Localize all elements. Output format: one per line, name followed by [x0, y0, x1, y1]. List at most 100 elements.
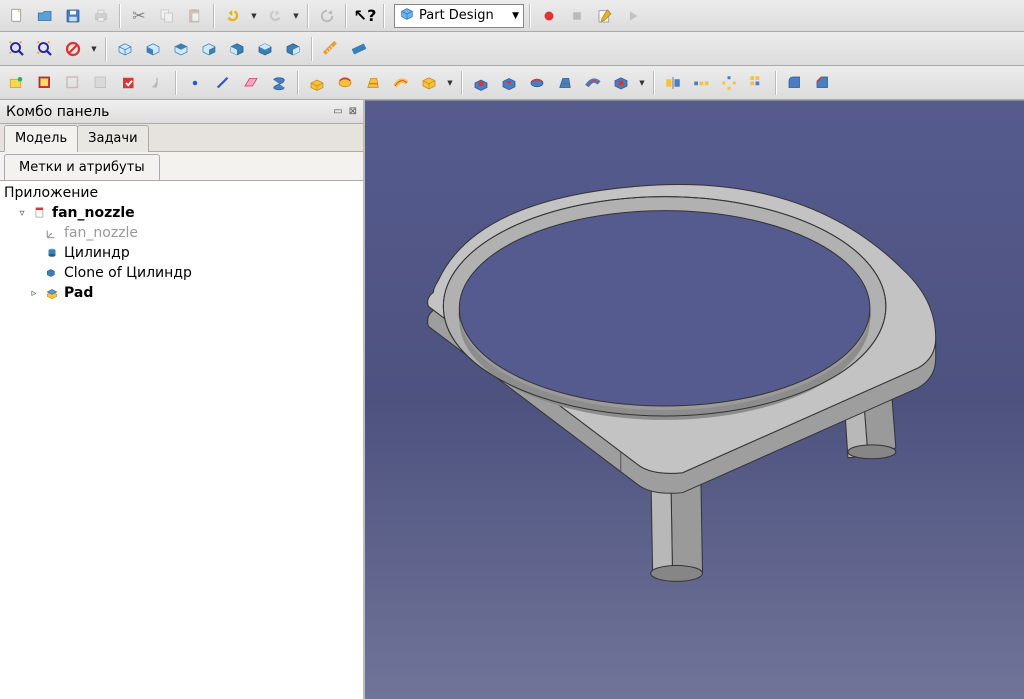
additive-primitive-button[interactable]: [416, 70, 442, 96]
sub-tabs: Метки и атрибуты: [0, 152, 363, 181]
workbench-selector[interactable]: Part Design ▼: [394, 4, 524, 28]
additive-pipe-button[interactable]: [388, 70, 414, 96]
fillet-button[interactable]: [782, 70, 808, 96]
toolbar-file: ✂ ▼ ▼ ↖? Part Design ▼: [0, 0, 1024, 32]
panel-header: Комбо панель ▭ ⊠: [0, 100, 363, 124]
whats-this-button[interactable]: ↖?: [352, 3, 378, 29]
front-view-button[interactable]: [140, 36, 166, 62]
pad-button[interactable]: [304, 70, 330, 96]
subtractive-pipe-button[interactable]: [580, 70, 606, 96]
pocket-button[interactable]: [468, 70, 494, 96]
mirrored-button[interactable]: [660, 70, 686, 96]
separator: [653, 71, 655, 95]
refresh-button[interactable]: [314, 3, 340, 29]
toolbar-view: ▼: [0, 32, 1024, 66]
tree-root[interactable]: Приложение: [4, 183, 359, 203]
separator: [105, 37, 107, 61]
panel-close-icon[interactable]: ⊠: [349, 106, 357, 117]
chamfer-button[interactable]: [810, 70, 836, 96]
separator: [307, 4, 309, 28]
subtractive-loft-button[interactable]: [552, 70, 578, 96]
separator: [529, 4, 531, 28]
undo-button[interactable]: [220, 3, 246, 29]
shape-binder-button[interactable]: [266, 70, 292, 96]
edit-sketch-button[interactable]: [60, 70, 86, 96]
undo-dropdown[interactable]: ▼: [248, 3, 260, 29]
create-sketch-button[interactable]: [32, 70, 58, 96]
rear-view-button[interactable]: [224, 36, 250, 62]
separator: [775, 71, 777, 95]
draw-style-dropdown[interactable]: ▼: [88, 36, 100, 62]
expander-icon[interactable]: ▿: [16, 208, 28, 219]
fit-selection-button[interactable]: [32, 36, 58, 62]
pad-icon: [44, 285, 60, 301]
axo-view-button[interactable]: [112, 36, 138, 62]
expander-icon[interactable]: ▹: [28, 288, 40, 299]
draw-style-button[interactable]: [60, 36, 86, 62]
workbench-label: Part Design: [419, 8, 494, 23]
redo-dropdown[interactable]: ▼: [290, 3, 302, 29]
tree-document[interactable]: ▿ fan_nozzle: [4, 203, 359, 223]
save-button[interactable]: [60, 3, 86, 29]
part-design-icon: [399, 6, 415, 26]
separator: [345, 4, 347, 28]
subtractive-prim-dropdown[interactable]: ▼: [636, 70, 648, 96]
cut-button[interactable]: ✂: [126, 3, 152, 29]
multi-transform-button[interactable]: [744, 70, 770, 96]
bottom-view-button[interactable]: [252, 36, 278, 62]
paste-button[interactable]: [182, 3, 208, 29]
map-sketch-button[interactable]: [88, 70, 114, 96]
hole-button[interactable]: [496, 70, 522, 96]
measure-linear-button[interactable]: [318, 36, 344, 62]
datum-point-button[interactable]: [182, 70, 208, 96]
subtractive-primitive-button[interactable]: [608, 70, 634, 96]
additive-loft-button[interactable]: [360, 70, 386, 96]
print-button[interactable]: [88, 3, 114, 29]
tree-item[interactable]: Цилиндр: [4, 243, 359, 263]
polar-pattern-button[interactable]: [716, 70, 742, 96]
origin-icon: [44, 225, 60, 241]
additive-prim-dropdown[interactable]: ▼: [444, 70, 456, 96]
left-view-button[interactable]: [280, 36, 306, 62]
linear-pattern-button[interactable]: [688, 70, 714, 96]
model-tree[interactable]: Приложение ▿ fan_nozzle fan_nozzle Цили: [0, 181, 363, 699]
redo-button[interactable]: [262, 3, 288, 29]
tree-item[interactable]: fan_nozzle: [4, 223, 359, 243]
panel-tabs: Модель Задачи: [0, 124, 363, 152]
combo-panel: Комбо панель ▭ ⊠ Модель Задачи Метки и а…: [0, 100, 365, 699]
macro-stop-button[interactable]: [564, 3, 590, 29]
datum-plane-button[interactable]: [238, 70, 264, 96]
separator: [311, 37, 313, 61]
3d-viewport[interactable]: [365, 100, 1024, 699]
tab-model[interactable]: Модель: [4, 125, 78, 152]
tree-item-pad[interactable]: ▹ Pad: [4, 283, 359, 303]
validator-button[interactable]: [116, 70, 142, 96]
panel-title: Комбо панель: [6, 104, 109, 120]
open-button[interactable]: [32, 3, 58, 29]
merge-sketch-button[interactable]: [144, 70, 170, 96]
toolbar-part-design: ▼ ▼: [0, 66, 1024, 100]
tree-item[interactable]: Clone of Цилиндр: [4, 263, 359, 283]
top-view-button[interactable]: [168, 36, 194, 62]
groove-button[interactable]: [524, 70, 550, 96]
macro-record-button[interactable]: [536, 3, 562, 29]
separator: [383, 4, 385, 28]
chevron-down-icon: ▼: [512, 11, 519, 21]
new-doc-button[interactable]: [4, 3, 30, 29]
fit-all-button[interactable]: [4, 36, 30, 62]
right-view-button[interactable]: [196, 36, 222, 62]
tab-tasks[interactable]: Задачи: [77, 125, 148, 152]
macro-edit-button[interactable]: [592, 3, 618, 29]
create-body-button[interactable]: [4, 70, 30, 96]
separator: [119, 4, 121, 28]
panel-float-icon[interactable]: ▭: [333, 106, 342, 117]
question-arrow-icon: ↖?: [354, 6, 377, 25]
macro-play-button[interactable]: [620, 3, 646, 29]
subtab-labels-attributes[interactable]: Метки и атрибуты: [4, 154, 160, 180]
separator: [213, 4, 215, 28]
clone-icon: [44, 265, 60, 281]
measure-angular-button[interactable]: [346, 36, 372, 62]
revolution-button[interactable]: [332, 70, 358, 96]
datum-line-button[interactable]: [210, 70, 236, 96]
copy-button[interactable]: [154, 3, 180, 29]
